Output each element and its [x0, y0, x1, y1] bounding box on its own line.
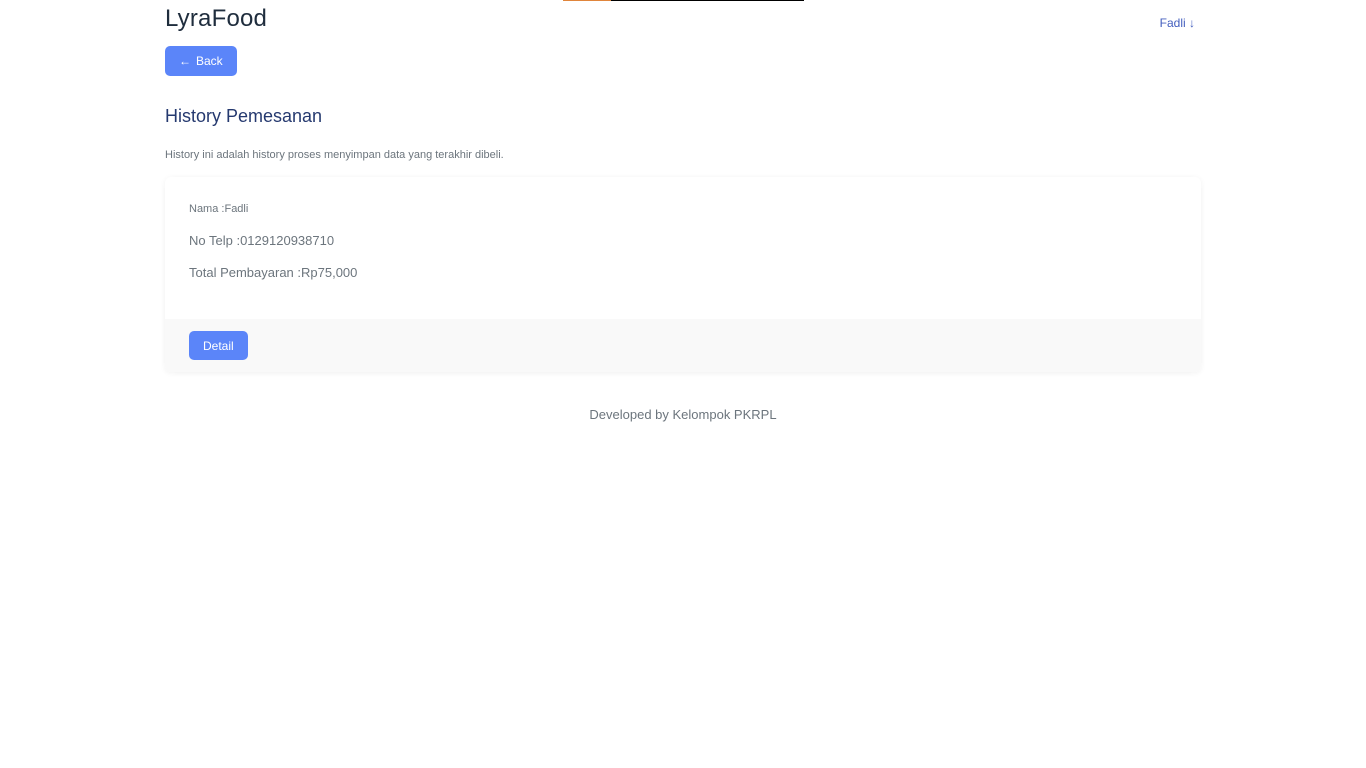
back-button[interactable]: ← Back [165, 46, 237, 76]
page-footer: Developed by Kelompok PKRPL [589, 407, 777, 422]
customer-name-row: Nama :Fadli [189, 203, 248, 215]
user-name: Fadli [1159, 16, 1186, 30]
arrow-left-icon: ← [179, 54, 191, 68]
order-card-footer: Detail [165, 319, 1201, 372]
total-payment-value: Rp75,000 [301, 265, 358, 280]
loading-progress-bar [563, 0, 804, 1]
chevron-down-icon: ↓ [1189, 16, 1195, 30]
page-title: History Pemesanan [165, 106, 323, 126]
brand-logo[interactable]: LyraFood [165, 5, 267, 33]
detail-button[interactable]: Detail [189, 331, 248, 360]
page-subtitle: History ini adalah history proses menyim… [165, 149, 504, 161]
total-payment-row: Total Pembayaran :Rp75,000 [189, 265, 357, 280]
phone-value: 0129120938710 [240, 233, 335, 248]
order-history-card: Nama :Fadli No Telp :0129120938710 Total… [165, 177, 1201, 372]
phone-label: No Telp : [189, 233, 241, 248]
total-payment-label: Total Pembayaran : [189, 265, 302, 280]
phone-row: No Telp :0129120938710 [189, 233, 334, 248]
loading-progress-accent [563, 0, 611, 1]
customer-name-label: Nama : [189, 203, 225, 215]
user-menu[interactable]: Fadli ↓ [1160, 16, 1195, 30]
customer-name-value: Fadli [224, 203, 249, 215]
back-button-label: Back [196, 54, 223, 68]
